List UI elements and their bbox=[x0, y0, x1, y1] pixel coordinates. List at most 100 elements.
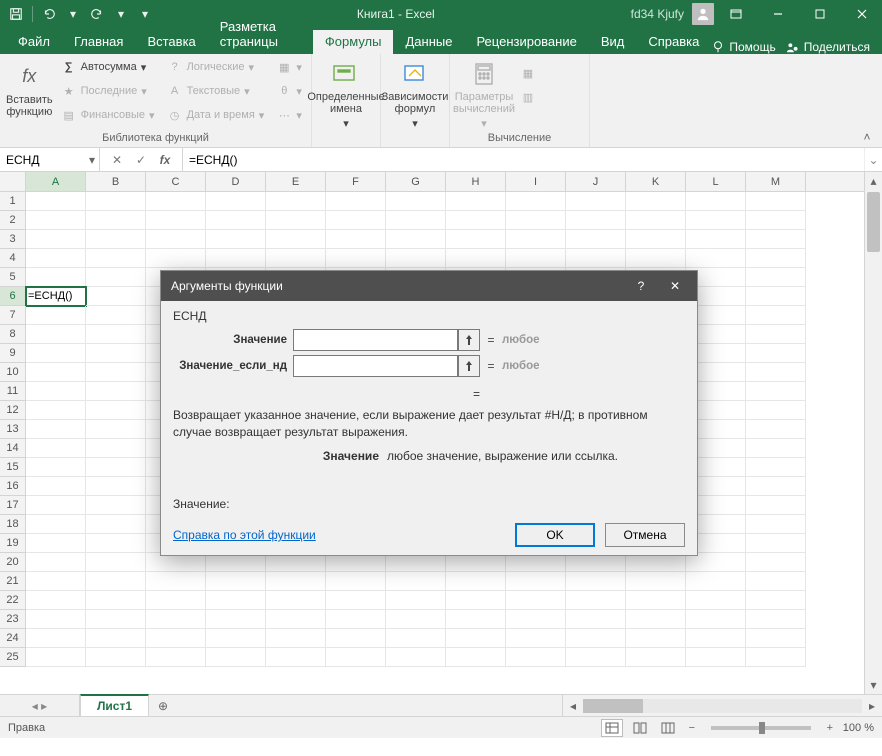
tab-home[interactable]: Главная bbox=[62, 30, 135, 54]
cancel-formula-button[interactable]: ✕ bbox=[108, 153, 126, 167]
row-header-24[interactable]: 24 bbox=[0, 629, 26, 648]
row-header-25[interactable]: 25 bbox=[0, 648, 26, 667]
cell-G4[interactable] bbox=[386, 249, 446, 268]
cell-I4[interactable] bbox=[506, 249, 566, 268]
hscroll-right-button[interactable]: ▸ bbox=[864, 698, 880, 714]
cell-F24[interactable] bbox=[326, 629, 386, 648]
cell-H24[interactable] bbox=[446, 629, 506, 648]
cell-E22[interactable] bbox=[266, 591, 326, 610]
cell-K21[interactable] bbox=[626, 572, 686, 591]
cell-G2[interactable] bbox=[386, 211, 446, 230]
recent-functions-button[interactable]: ★Последние▾ bbox=[57, 80, 159, 102]
arg2-input[interactable] bbox=[293, 355, 458, 377]
cell-L21[interactable] bbox=[686, 572, 746, 591]
cell-M19[interactable] bbox=[746, 534, 806, 553]
col-header-M[interactable]: M bbox=[746, 172, 806, 191]
cell-A24[interactable] bbox=[26, 629, 86, 648]
cell-C3[interactable] bbox=[146, 230, 206, 249]
cell-K2[interactable] bbox=[626, 211, 686, 230]
cell-A1[interactable] bbox=[26, 192, 86, 211]
cell-M8[interactable] bbox=[746, 325, 806, 344]
cell-A22[interactable] bbox=[26, 591, 86, 610]
cell-B6[interactable] bbox=[86, 287, 146, 306]
row-header-13[interactable]: 13 bbox=[0, 420, 26, 439]
cell-I24[interactable] bbox=[506, 629, 566, 648]
cell-A9[interactable] bbox=[26, 344, 86, 363]
cell-D22[interactable] bbox=[206, 591, 266, 610]
cell-A4[interactable] bbox=[26, 249, 86, 268]
cell-I21[interactable] bbox=[506, 572, 566, 591]
expand-formula-bar-button[interactable]: ⌄ bbox=[864, 148, 882, 171]
add-sheet-button[interactable]: ⊕ bbox=[149, 695, 177, 716]
accept-formula-button[interactable]: ✓ bbox=[132, 153, 150, 167]
cell-K22[interactable] bbox=[626, 591, 686, 610]
sheet-nav[interactable]: ◂ ▸ bbox=[0, 695, 80, 716]
col-header-D[interactable]: D bbox=[206, 172, 266, 191]
cell-M10[interactable] bbox=[746, 363, 806, 382]
col-header-F[interactable]: F bbox=[326, 172, 386, 191]
cell-M12[interactable] bbox=[746, 401, 806, 420]
cell-C2[interactable] bbox=[146, 211, 206, 230]
col-header-C[interactable]: C bbox=[146, 172, 206, 191]
cell-L4[interactable] bbox=[686, 249, 746, 268]
cell-M24[interactable] bbox=[746, 629, 806, 648]
cell-M25[interactable] bbox=[746, 648, 806, 667]
cell-B10[interactable] bbox=[86, 363, 146, 382]
cell-H4[interactable] bbox=[446, 249, 506, 268]
row-header-15[interactable]: 15 bbox=[0, 458, 26, 477]
cell-M16[interactable] bbox=[746, 477, 806, 496]
cell-A16[interactable] bbox=[26, 477, 86, 496]
cell-D23[interactable] bbox=[206, 610, 266, 629]
arg2-range-button[interactable] bbox=[458, 355, 480, 377]
cell-B4[interactable] bbox=[86, 249, 146, 268]
cell-M23[interactable] bbox=[746, 610, 806, 629]
cell-M9[interactable] bbox=[746, 344, 806, 363]
cell-G3[interactable] bbox=[386, 230, 446, 249]
row-header-18[interactable]: 18 bbox=[0, 515, 26, 534]
cell-B9[interactable] bbox=[86, 344, 146, 363]
cell-M7[interactable] bbox=[746, 306, 806, 325]
cell-L3[interactable] bbox=[686, 230, 746, 249]
lookup-button[interactable]: ▦▾ bbox=[272, 56, 306, 78]
row-header-22[interactable]: 22 bbox=[0, 591, 26, 610]
col-header-G[interactable]: G bbox=[386, 172, 446, 191]
redo-button[interactable] bbox=[87, 4, 107, 24]
cell-B3[interactable] bbox=[86, 230, 146, 249]
row-header-21[interactable]: 21 bbox=[0, 572, 26, 591]
cell-M5[interactable] bbox=[746, 268, 806, 287]
insert-function-button[interactable]: fx Вставить функцию bbox=[6, 56, 53, 130]
autosum-button[interactable]: ∑Автосумма▾ bbox=[57, 56, 159, 78]
cell-I2[interactable] bbox=[506, 211, 566, 230]
cell-B5[interactable] bbox=[86, 268, 146, 287]
ribbon-display-options-button[interactable] bbox=[716, 0, 756, 28]
col-header-A[interactable]: A bbox=[26, 172, 86, 191]
select-all-corner[interactable] bbox=[0, 172, 26, 191]
cell-C22[interactable] bbox=[146, 591, 206, 610]
close-button[interactable] bbox=[842, 0, 882, 28]
cell-A13[interactable] bbox=[26, 420, 86, 439]
cell-B19[interactable] bbox=[86, 534, 146, 553]
cell-H22[interactable] bbox=[446, 591, 506, 610]
col-header-H[interactable]: H bbox=[446, 172, 506, 191]
col-header-K[interactable]: K bbox=[626, 172, 686, 191]
tab-data[interactable]: Данные bbox=[393, 30, 464, 54]
cell-C4[interactable] bbox=[146, 249, 206, 268]
row-header-4[interactable]: 4 bbox=[0, 249, 26, 268]
cell-M11[interactable] bbox=[746, 382, 806, 401]
cell-A21[interactable] bbox=[26, 572, 86, 591]
ok-button[interactable]: OK bbox=[515, 523, 595, 547]
hscroll-thumb[interactable] bbox=[583, 699, 643, 713]
cell-B14[interactable] bbox=[86, 439, 146, 458]
row-header-17[interactable]: 17 bbox=[0, 496, 26, 515]
row-header-6[interactable]: 6 bbox=[0, 287, 26, 306]
cell-A18[interactable] bbox=[26, 515, 86, 534]
cell-A25[interactable] bbox=[26, 648, 86, 667]
cell-H23[interactable] bbox=[446, 610, 506, 629]
cell-L1[interactable] bbox=[686, 192, 746, 211]
tab-help[interactable]: Справка bbox=[636, 30, 711, 54]
cell-H2[interactable] bbox=[446, 211, 506, 230]
cell-I22[interactable] bbox=[506, 591, 566, 610]
cell-B2[interactable] bbox=[86, 211, 146, 230]
dialog-titlebar[interactable]: Аргументы функции ? ✕ bbox=[161, 271, 697, 301]
sheet-tab-1[interactable]: Лист1 bbox=[80, 694, 149, 716]
